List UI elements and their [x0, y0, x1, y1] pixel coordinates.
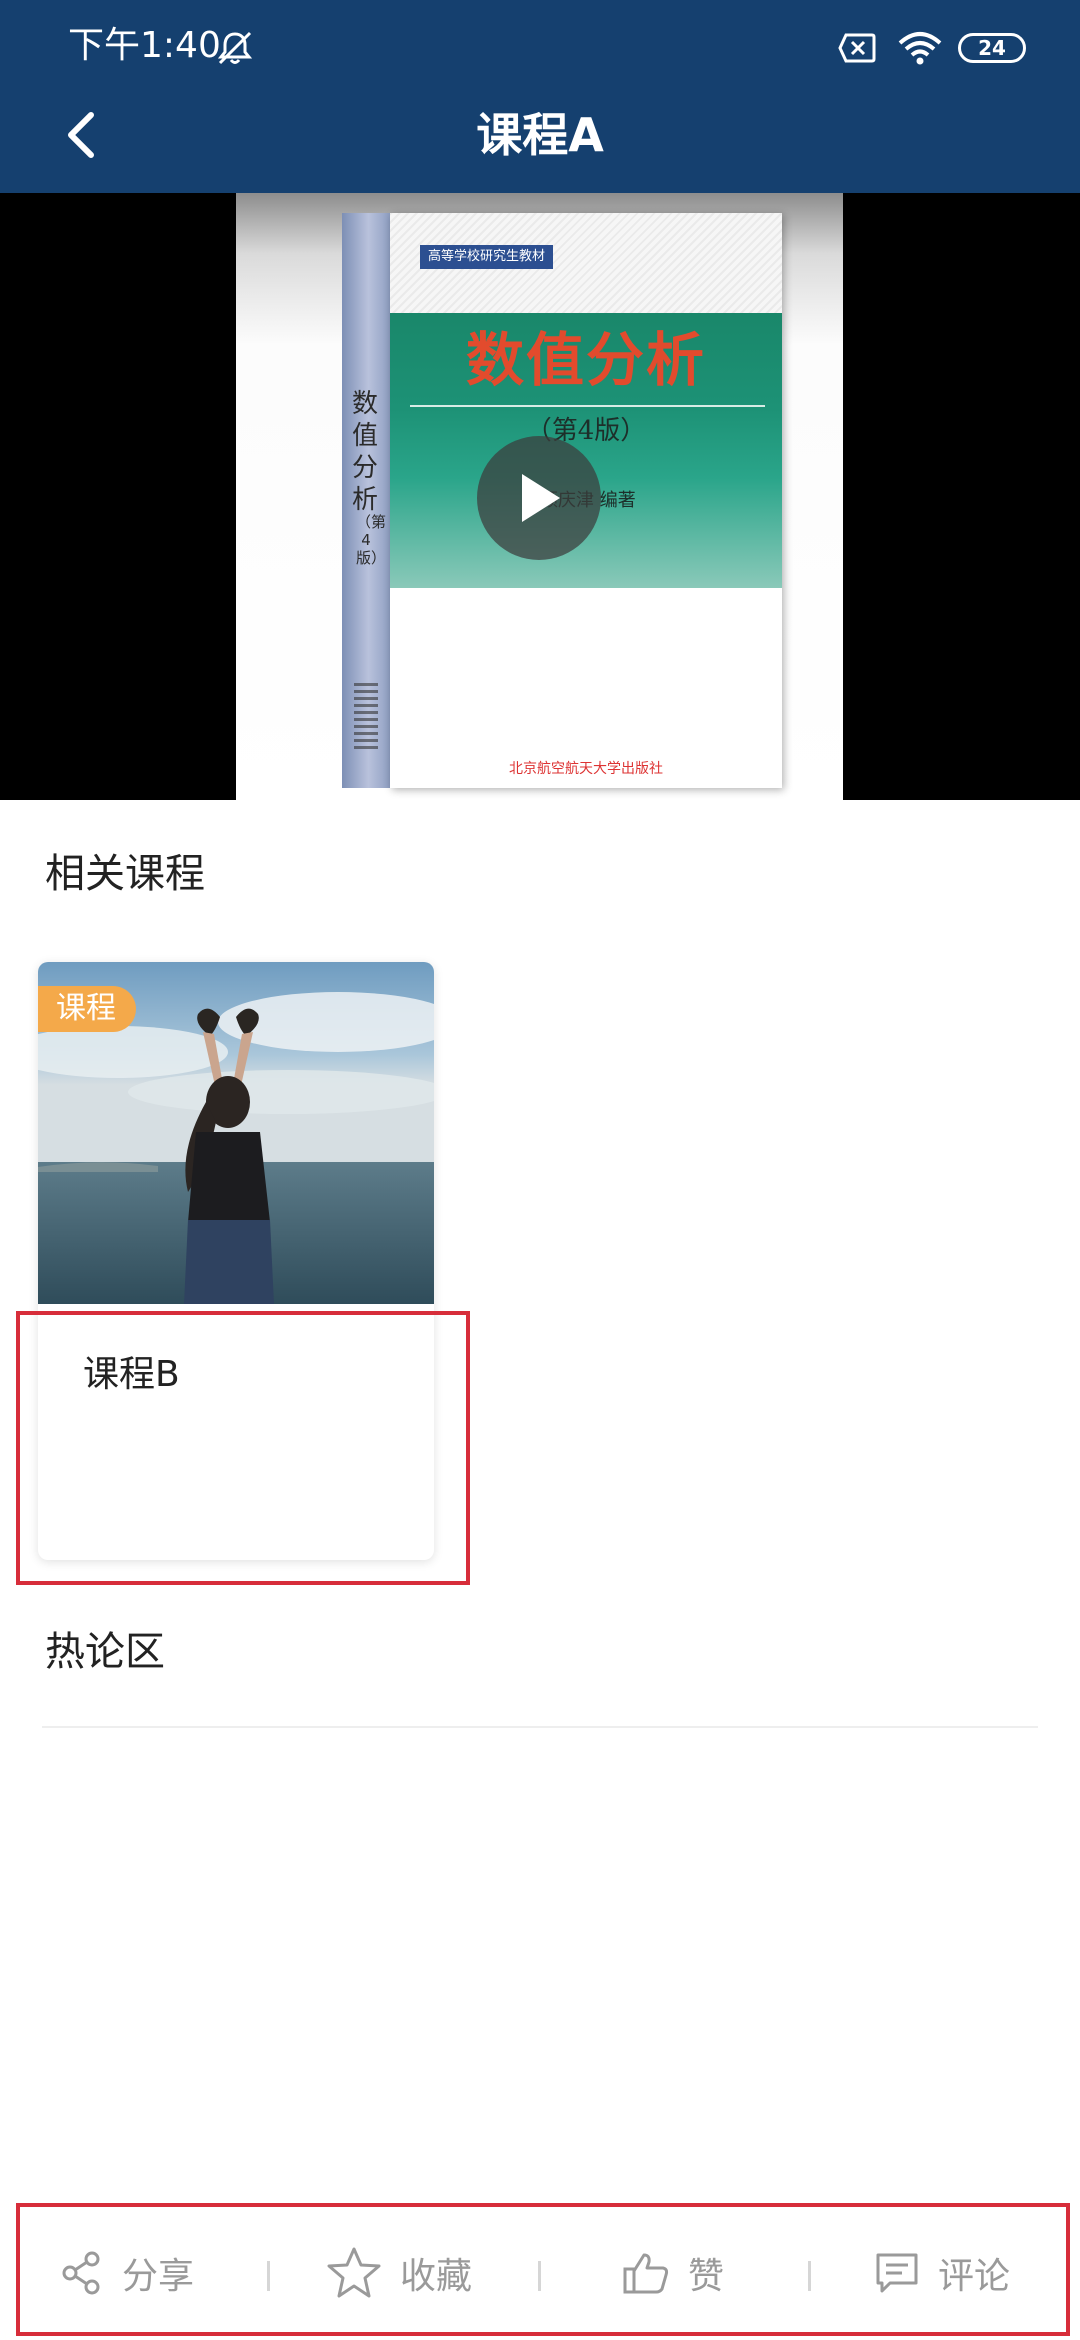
status-icons: 24: [838, 28, 1026, 68]
play-button[interactable]: [477, 436, 601, 560]
cover-divider: [410, 405, 765, 407]
course-type-badge: 课程: [38, 986, 136, 1032]
course-thumbnail: 课程: [38, 962, 434, 1304]
video-thumbnail: 数值分析 （第4版） 高等学校研究生教材 数值分析 （第4版） 颜庆津 编著 雨…: [236, 193, 843, 800]
highlight-box: [16, 2203, 1070, 2336]
sim-off-icon: [838, 33, 876, 63]
battery-indicator: 24: [958, 33, 1026, 63]
spine-publisher-mark: [354, 683, 378, 753]
spine-title: 数值分析: [351, 389, 378, 515]
watermark: 雨润田: [412, 596, 544, 647]
play-icon: [522, 474, 560, 522]
status-time: 下午1:40: [68, 25, 221, 66]
cover-edition: （第4版）: [525, 416, 647, 446]
related-courses-heading: 相关课程: [45, 851, 205, 897]
section-divider: [42, 1726, 1038, 1728]
notifications-muted-icon: [217, 31, 253, 65]
cover-series: 高等学校研究生教材: [420, 245, 554, 269]
video-player[interactable]: 数值分析 （第4版） 高等学校研究生教材 数值分析 （第4版） 颜庆津 编著 雨…: [0, 193, 1080, 800]
wifi-icon: [898, 32, 942, 65]
battery-level: 24: [978, 36, 1006, 60]
cover-title: 数值分析: [465, 326, 706, 394]
discussion-heading: 热论区: [45, 1629, 165, 1675]
book-spine: 数值分析 （第4版）: [342, 213, 390, 788]
cover-publisher: 北京航空航天大学出版社: [509, 761, 663, 777]
page-title: 课程A: [476, 108, 604, 162]
app-header: 下午1:40 24 课程A: [0, 0, 1080, 193]
highlight-box: [16, 1311, 470, 1585]
spine-edition: （第4版）: [356, 513, 387, 567]
